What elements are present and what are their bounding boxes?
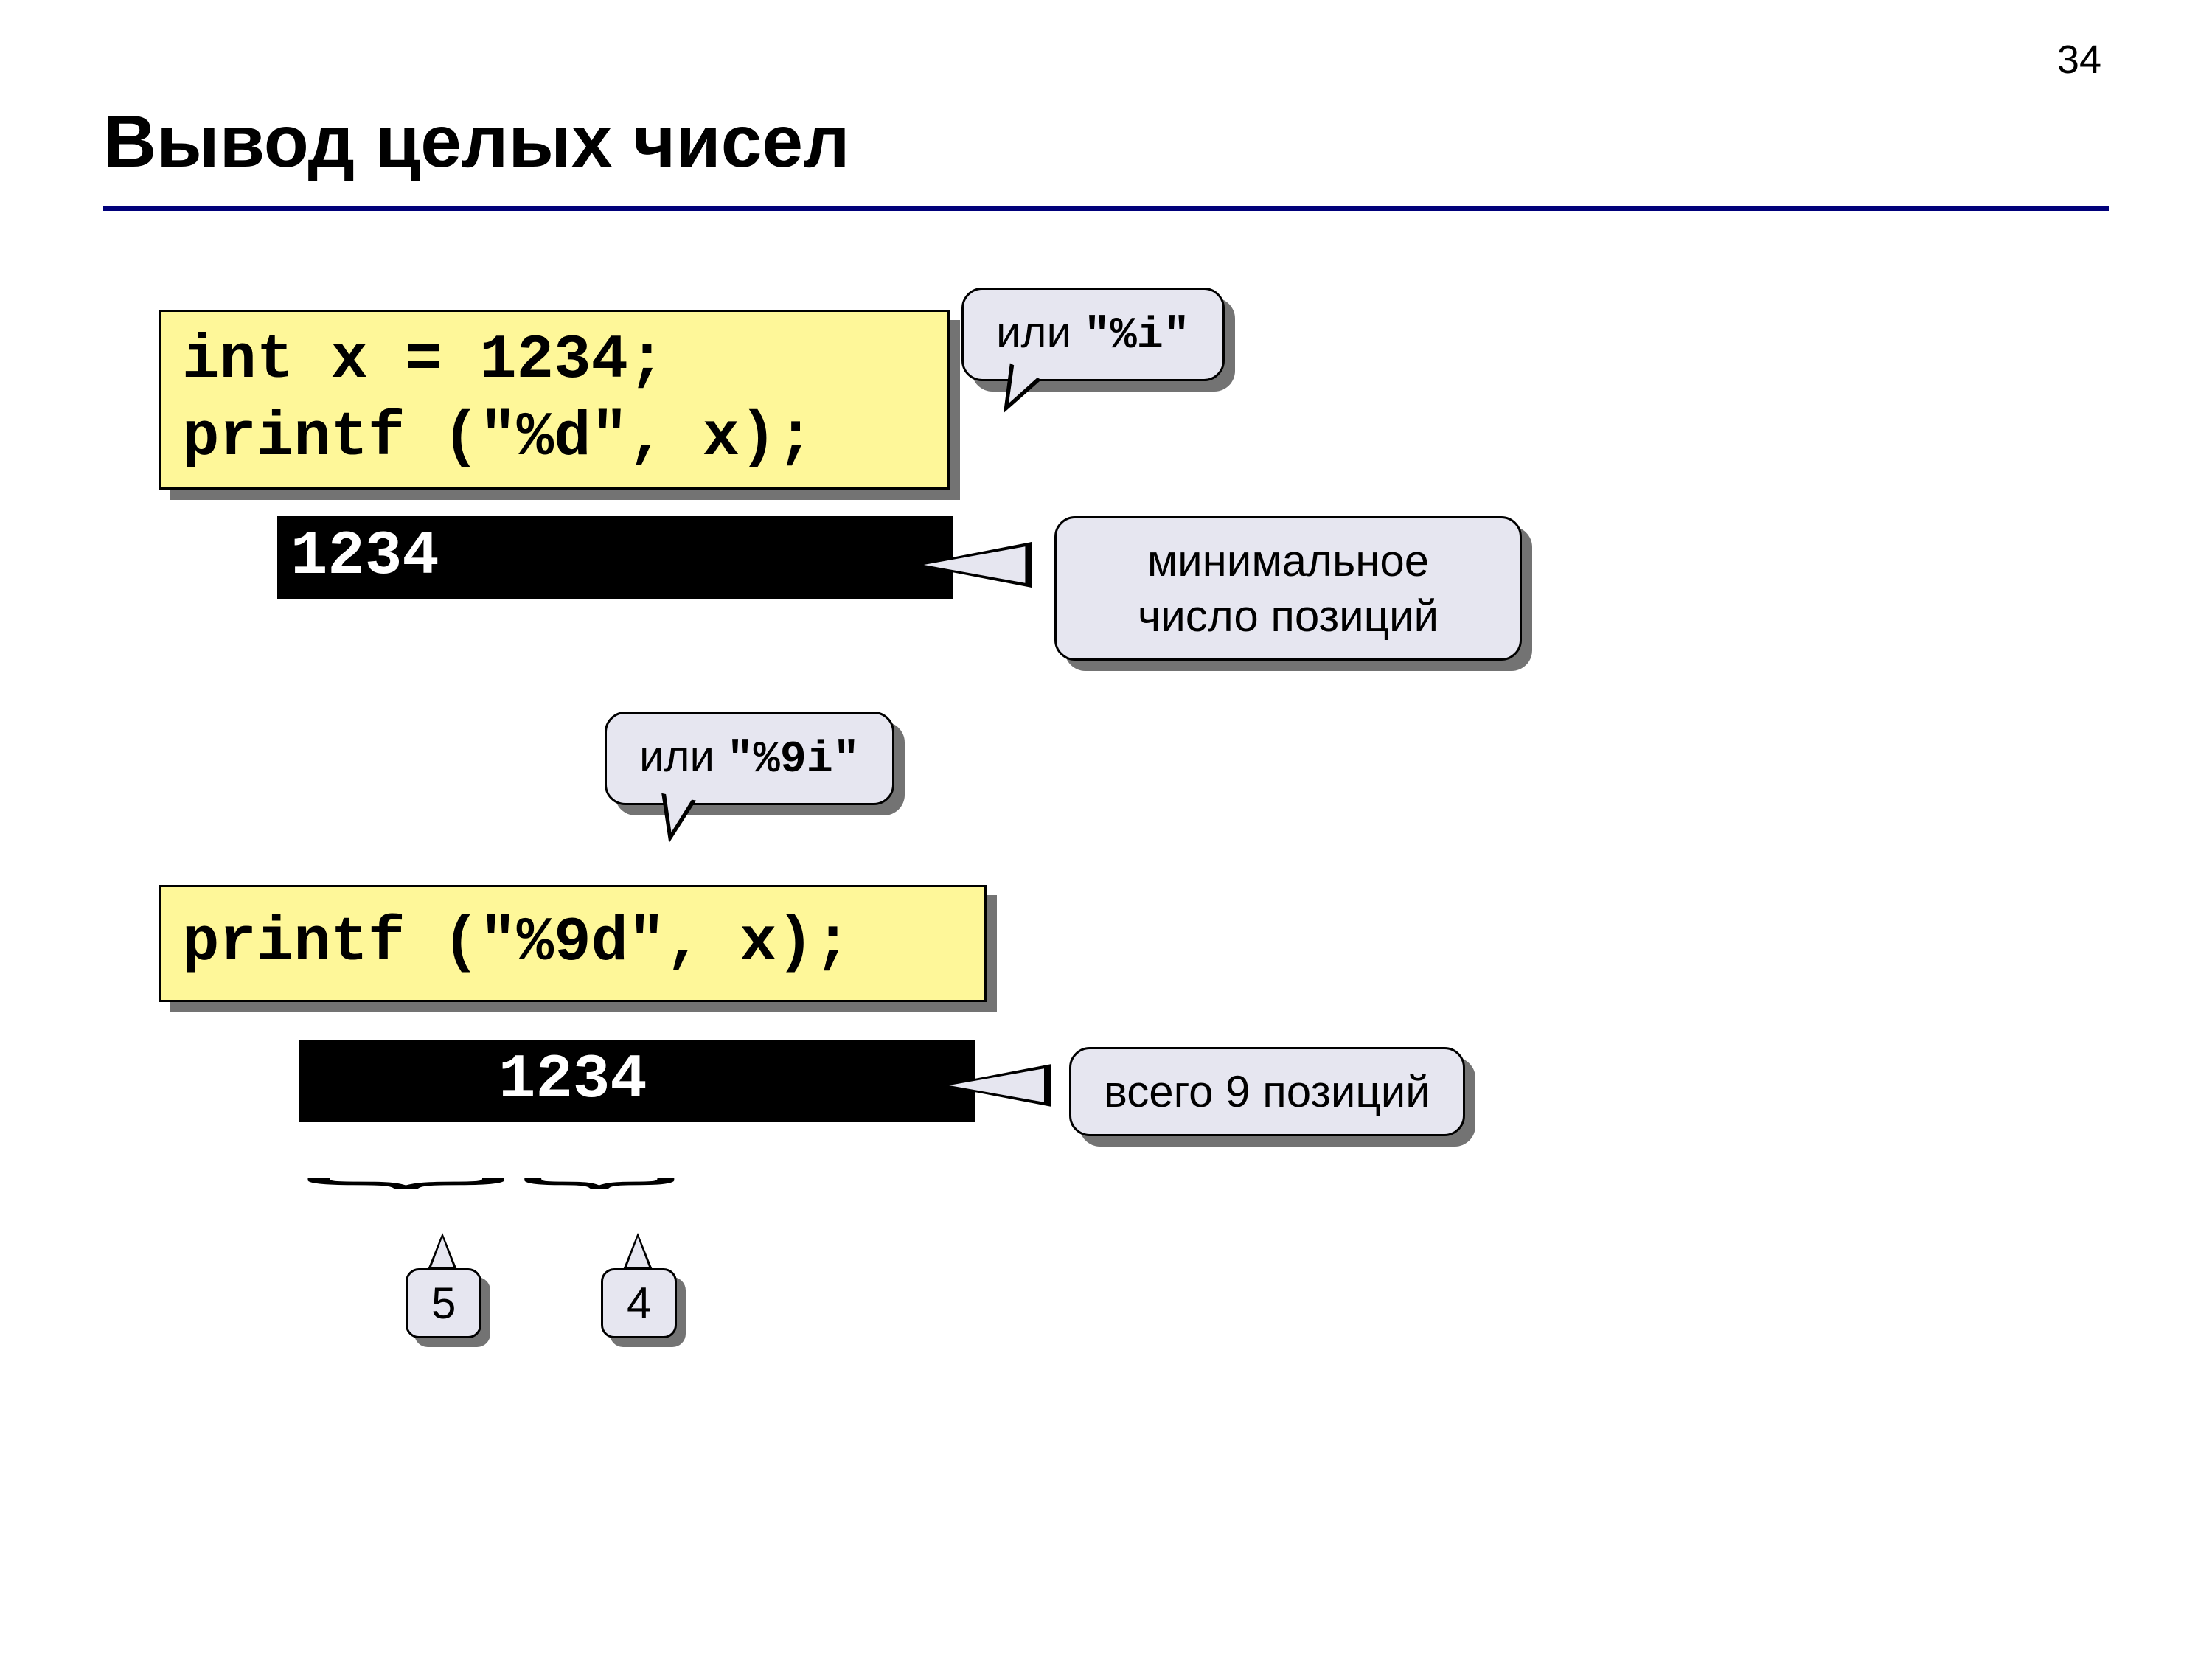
code-line-2: printf ("%d", x); [182,403,814,473]
label-tail-5 [428,1233,457,1270]
code-block-2: printf ("%9d", x); [159,885,987,1002]
brace-left: ⏟ [304,1135,508,1186]
callout-percent-9i: или "%9i" [605,712,894,805]
callout-or-text-2: или [639,731,727,781]
callout-min-line2: число позиций [1138,591,1439,641]
label-4: 4 [601,1268,677,1338]
brace-right: ⏟ [521,1135,677,1186]
callout-percent-i: или "%i" [961,288,1225,381]
console-output-1: 1234 [277,516,953,599]
slide-title: Вывод целых чисел [103,100,850,184]
callout-or-text: или [996,307,1084,357]
callout-tail-4 [940,1064,1051,1107]
callout-format-9i: "%9i" [727,735,860,785]
callout-min-positions: минимальное число позиций [1054,516,1522,661]
callout-total-9: всего 9 позиций [1069,1047,1465,1136]
callout-tail-2 [914,542,1032,588]
console-output-2: 1234 [299,1040,975,1122]
code-line-3: printf ("%9d", x); [182,908,851,978]
callout-format-i: "%i" [1084,311,1190,361]
title-underline [103,206,2109,211]
code-line-1: int x = 1234; [182,326,665,396]
code-block-1: int x = 1234; printf ("%d", x); [159,310,950,490]
callout-min-line1: минимальное [1147,536,1429,585]
label-tail-4 [623,1233,653,1270]
label-5: 5 [406,1268,481,1338]
page-number: 34 [2057,37,2101,83]
